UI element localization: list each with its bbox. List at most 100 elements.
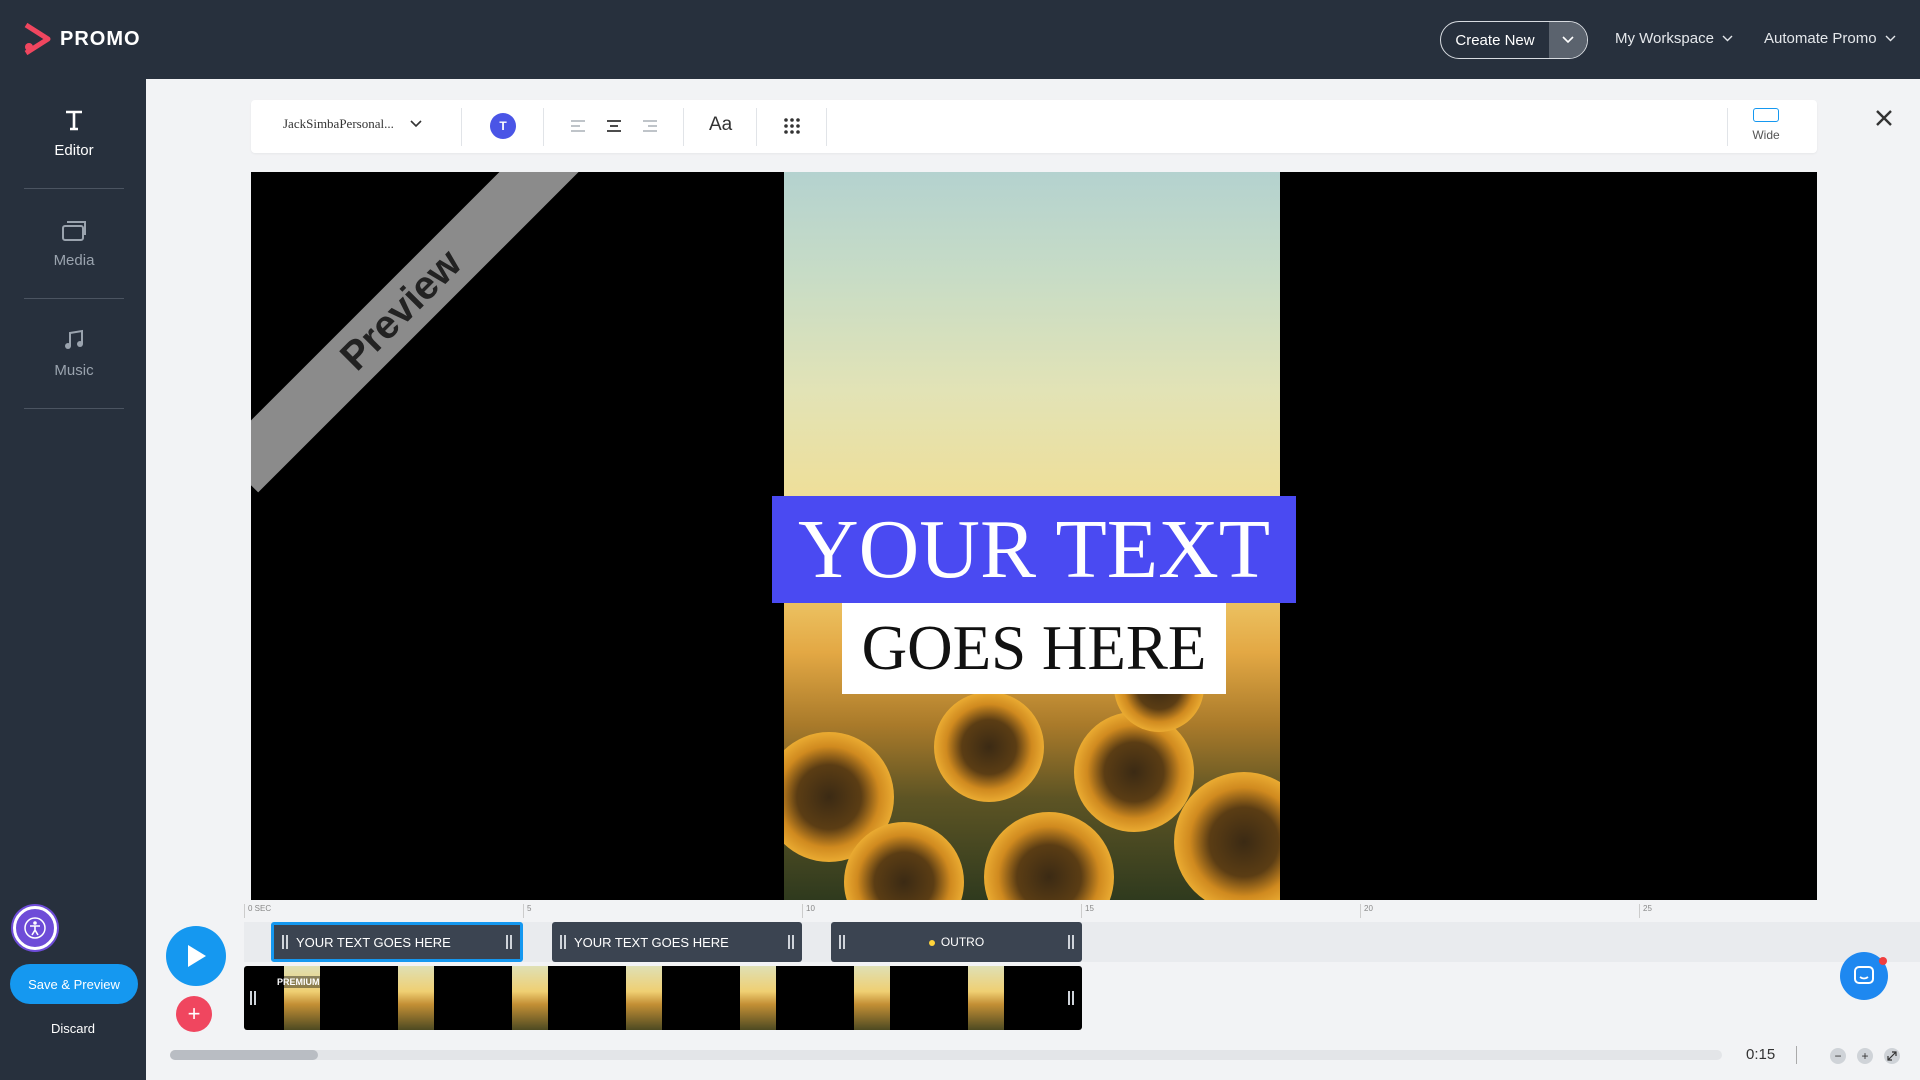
clip-label-wrap: OUTRO [853,935,1060,949]
sidebar-item-media[interactable]: Media [24,189,124,299]
filmstrip-frame [626,966,662,1030]
timeline-clip[interactable]: YOUR TEXT GOES HERE [552,922,802,962]
create-new-button[interactable]: Create New [1440,21,1588,59]
my-workspace-label: My Workspace [1615,30,1714,47]
filmstrip-frame [854,966,890,1030]
aspect-ratio-label: Wide [1752,128,1780,142]
clip-drag-handle[interactable] [788,935,794,949]
play-icon [188,945,206,967]
timeline-clip[interactable]: YOUR TEXT GOES HERE [271,922,523,962]
add-clip-button[interactable]: + [176,996,212,1032]
filmstrip-frame [740,966,776,1030]
play-button[interactable] [166,926,226,986]
timeline-clip-outro[interactable]: OUTRO [831,922,1082,962]
align-right-icon[interactable] [640,116,660,136]
toolbar-divider [756,108,757,146]
sunflower-image [984,812,1114,900]
fit-timeline-button[interactable] [1884,1048,1900,1064]
close-icon[interactable] [1872,106,1896,130]
clip-label: OUTRO [940,935,985,949]
timeline-scrollbar[interactable] [170,1050,1722,1060]
filmstrip-drag-handle[interactable] [250,991,256,1005]
video-preview[interactable]: Preview YOUR TEXT GOES HERE [251,172,1817,900]
clip-drag-handle[interactable] [1068,935,1074,949]
chevron-down-icon [1562,36,1574,44]
discard-link[interactable]: Discard [0,1021,146,1036]
chevron-down-icon [1885,35,1896,42]
headline-text-box[interactable]: YOUR TEXT [772,496,1296,603]
clip-label: YOUR TEXT GOES HERE [574,934,729,950]
accessibility-button[interactable] [13,906,57,950]
ruler-tick: 20 [1360,904,1373,918]
video-filmstrip[interactable]: PREMIUM [244,966,1082,1030]
sidebar-item-label: Editor [54,142,94,159]
expand-icon [1887,1051,1897,1061]
toolbar-divider [826,108,827,146]
zoom-in-button[interactable]: + [1857,1048,1873,1064]
align-center-icon[interactable] [604,116,624,136]
save-preview-button[interactable]: Save & Preview [10,964,138,1004]
scrollbar-thumb[interactable] [170,1050,318,1060]
toolbar-divider [543,108,544,146]
toolbar-divider [683,108,684,146]
timeline-ruler: 0 SEC 5 10 15 20 25 [244,900,1920,922]
premium-badge: PREMIUM [275,976,322,988]
chat-bubble-icon [1854,966,1874,984]
font-name: JackSimbaPersonal... [283,116,394,131]
ruler-tick: 15 [1081,904,1094,918]
text-toolbar: JackSimbaPersonal... T Aa Wide [251,100,1817,153]
brand-logo[interactable]: PROMO [22,22,141,56]
outro-dot [928,939,935,946]
wide-ratio-icon [1753,108,1779,122]
music-note-icon [65,329,83,349]
clip-drag-handle[interactable] [282,935,288,949]
ruler-tick: 0 SEC [244,904,271,918]
filmstrip-frame [512,966,548,1030]
text-size-button[interactable]: Aa [709,114,732,136]
clip-drag-handle[interactable] [506,935,512,949]
filmstrip-drag-handle[interactable] [1068,991,1074,1005]
clip-drag-handle[interactable] [560,935,566,949]
timeline: 0 SEC 5 10 15 20 25 + YOUR TEXT GOES HER… [146,900,1920,1080]
sunflower-image [1074,712,1194,832]
chat-support-button[interactable] [1840,952,1888,1000]
sidebar-item-editor[interactable]: Editor [24,79,124,189]
create-new-label[interactable]: Create New [1441,22,1549,58]
left-sidebar: Editor Media Music Save & Preview Discar… [0,79,146,1080]
preview-watermark: Preview [251,172,584,493]
my-workspace-menu[interactable]: My Workspace [1615,30,1733,47]
chevron-down-icon [1722,35,1733,42]
subline-text-box[interactable]: GOES HERE [842,603,1226,694]
filmstrip-frame [968,966,1004,1030]
sidebar-item-music[interactable]: Music [24,299,124,409]
timeline-divider [1796,1046,1797,1064]
brand-name: PROMO [60,27,141,50]
grid-dots-icon[interactable] [782,116,802,136]
ruler-tick: 25 [1639,904,1652,918]
automate-promo-menu[interactable]: Automate Promo [1764,30,1896,47]
clip-drag-handle[interactable] [839,935,845,949]
font-select[interactable]: JackSimbaPersonal... [283,116,422,132]
ruler-tick: 10 [802,904,815,918]
clip-label: YOUR TEXT GOES HERE [296,934,451,950]
top-bar: PROMO Create New My Workspace Automate P… [0,0,1920,79]
toolbar-divider [1727,108,1728,146]
align-left-icon[interactable] [568,116,588,136]
sunflower-image [934,692,1044,802]
accessibility-icon [24,917,46,939]
zoom-out-button[interactable]: − [1830,1048,1846,1064]
notification-badge [1879,957,1887,965]
duration-readout: 0:15 [1746,1046,1776,1063]
ruler-tick: 5 [523,904,531,918]
create-new-dropdown[interactable] [1549,22,1587,58]
toolbar-divider [461,108,462,146]
automate-promo-label: Automate Promo [1764,30,1877,47]
sidebar-item-label: Music [54,362,94,379]
text-color-button[interactable]: T [490,113,516,139]
aspect-ratio-wide-button[interactable]: Wide [1736,108,1796,142]
chevron-down-icon [410,120,422,128]
filmstrip-frame [398,966,434,1030]
promo-logo-icon [24,22,51,56]
sidebar-item-label: Media [53,252,95,269]
text-icon [66,110,82,131]
